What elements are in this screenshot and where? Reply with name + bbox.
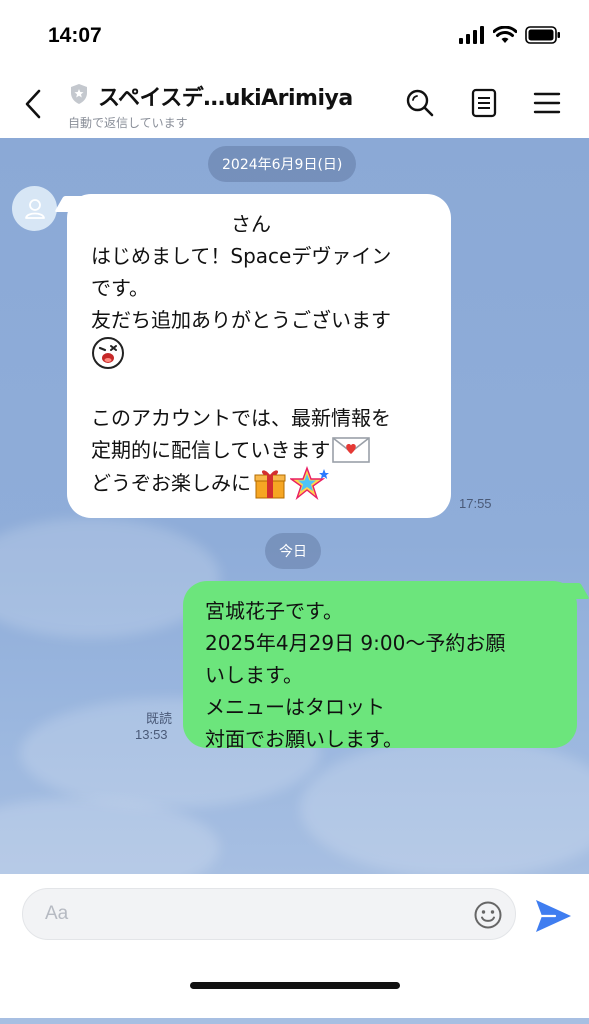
outgoing-message-text: 宮城花子です。 2025年4月29日 9:00～予約お願 いします。 メニューは… (205, 595, 561, 755)
message-line: メニューはタロット (205, 695, 385, 719)
message-line: さん (91, 212, 271, 236)
message-line: 2025年4月29日 9:00～予約お願 (205, 631, 506, 655)
battery-icon (525, 26, 560, 44)
love-letter-emoji-icon (332, 437, 371, 463)
chat-title[interactable]: スペイスデ…ukiArimiya (98, 80, 353, 112)
message-line: このアカウントでは、最新情報を (91, 402, 433, 434)
message-line: 友だち追加ありがとうございます (91, 308, 391, 332)
menu-button[interactable] (530, 86, 564, 120)
message-input[interactable]: Aa (22, 888, 516, 940)
home-indicator (190, 982, 400, 989)
hamburger-menu-icon (533, 92, 561, 114)
emoji-line (91, 336, 433, 370)
status-icons (459, 26, 561, 44)
chevron-left-icon (25, 89, 41, 119)
message-time: 13:53 (135, 727, 168, 742)
notes-button[interactable] (467, 86, 501, 120)
message-line: です。 (91, 276, 149, 300)
bottom-strip (0, 1018, 589, 1024)
message-line: いします。 (205, 663, 303, 687)
message-line (91, 370, 433, 402)
date-divider: 今日 (265, 533, 321, 569)
wifi-icon (493, 26, 517, 43)
message-line-text: どうぞお楽しみに (91, 471, 251, 495)
send-icon[interactable] (533, 896, 573, 936)
message-time: 17:55 (459, 496, 492, 511)
background-cloud (0, 798, 220, 874)
chat-subtitle: 自動で返信しています (68, 116, 188, 130)
message-line: はじめまして！Spaceデヴァイン (91, 244, 392, 268)
incoming-message-text: さん はじめまして！Spaceデヴァイン です。 友だち追加ありがとうございます… (91, 208, 433, 500)
chat-header: スペイスデ…ukiArimiya 自動で返信しています (0, 70, 589, 138)
character-face-emoji-icon (92, 337, 124, 369)
status-bar: 14:07 (0, 0, 589, 70)
status-time: 14:07 (48, 24, 102, 47)
emoji-icon[interactable] (473, 900, 503, 930)
gift-emoji-icon (254, 470, 286, 499)
outgoing-message-bubble[interactable]: 宮城花子です。 2025年4月29日 9:00～予約お願 いします。 メニューは… (183, 581, 577, 751)
message-line: 定期的に配信していきます (91, 434, 433, 466)
back-button[interactable] (18, 86, 48, 122)
date-divider: 2024年6月9日(日) (208, 146, 357, 182)
notes-icon (471, 88, 497, 118)
signal-icon (459, 26, 484, 44)
search-icon (406, 89, 434, 117)
message-line-text: 定期的に配信していきます (91, 438, 331, 462)
star-emoji-icon (290, 466, 329, 500)
message-line: 宮城花子です。 (205, 599, 343, 623)
message-line-text: このアカウントでは、最新情報を (91, 406, 391, 430)
search-button[interactable] (403, 86, 437, 120)
message-input-bar: Aa (0, 874, 589, 1024)
read-receipt: 既読 (146, 711, 173, 726)
incoming-message-bubble[interactable]: さん はじめまして！Spaceデヴァイン です。 友だち追加ありがとうございます… (67, 194, 451, 518)
shield-icon (71, 84, 87, 104)
message-input-placeholder: Aa (45, 903, 69, 924)
user-icon (24, 198, 45, 219)
message-line: どうぞお楽しみに (91, 466, 433, 500)
avatar[interactable] (12, 186, 57, 231)
background-cloud (300, 738, 589, 874)
message-line: 対面でお願いします。 (205, 727, 403, 751)
